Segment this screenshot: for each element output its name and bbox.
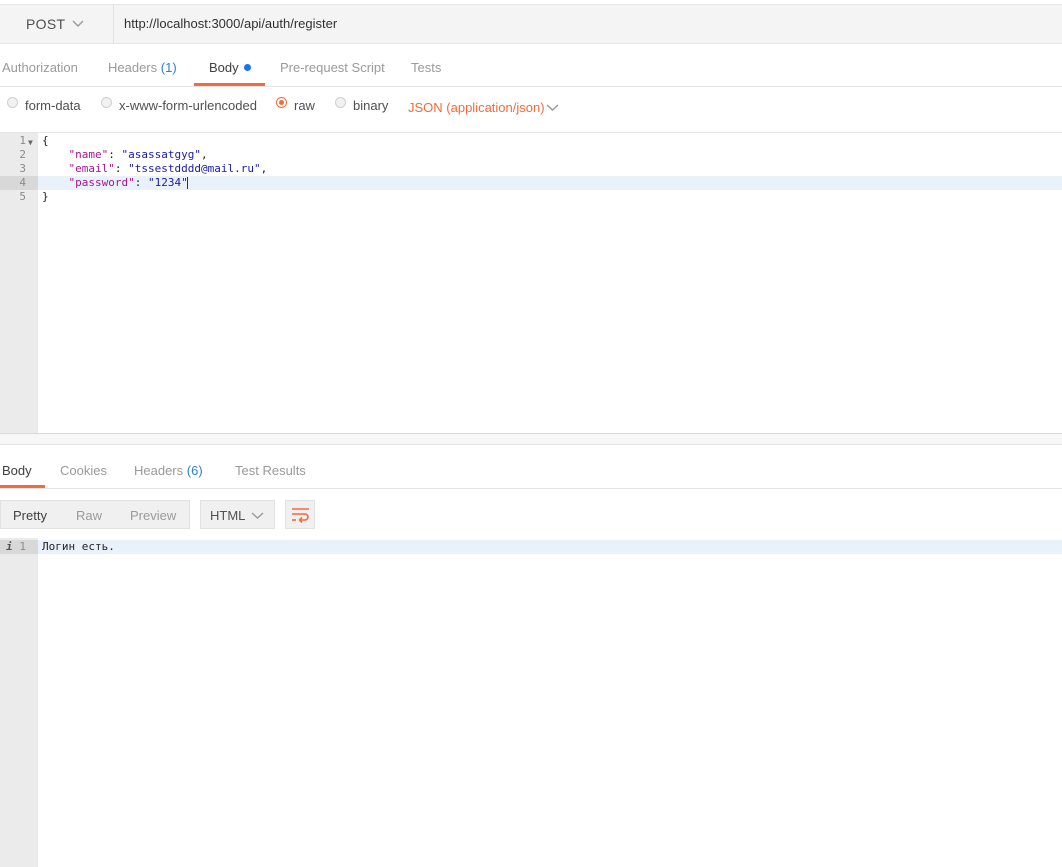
- tab-body[interactable]: Body: [209, 60, 251, 75]
- code-line: "email": "tssestdddd@mail.ru",: [68, 162, 268, 175]
- code-line: "password": "1234": [68, 176, 188, 189]
- json-value: "tssestdddd@mail.ru": [128, 162, 261, 175]
- language-label: HTML: [210, 508, 246, 523]
- line-number: 1: [19, 134, 26, 147]
- view-mode-group: Pretty Raw Preview: [0, 500, 190, 529]
- url-input[interactable]: http://localhost:3000/api/auth/register: [124, 16, 337, 31]
- json-comma: ,: [200, 148, 208, 161]
- view-pretty-button[interactable]: Pretty: [1, 501, 59, 528]
- divider: [0, 86, 1062, 87]
- line-number: 1: [19, 540, 26, 553]
- tab-label: Pre-request Script: [280, 60, 385, 75]
- tab-label: Body: [209, 60, 239, 75]
- line-number: 4: [19, 176, 26, 189]
- json-key: "name": [68, 148, 109, 161]
- response-tab-test-results[interactable]: Test Results: [235, 463, 306, 478]
- method-label: POST: [26, 16, 66, 32]
- tab-label: Headers: [108, 60, 158, 75]
- view-label: Pretty: [13, 508, 47, 523]
- divider: [0, 488, 1062, 489]
- tab-label: Body: [2, 463, 32, 478]
- json-comma: ,: [260, 162, 268, 175]
- active-line-highlight: [0, 540, 1062, 554]
- tab-label: Cookies: [60, 463, 107, 478]
- json-value: "1234": [147, 176, 188, 189]
- response-body-viewer[interactable]: i 1 Логин есть.: [0, 538, 1062, 867]
- response-text: Логин есть.: [42, 540, 115, 553]
- tab-count: (6): [186, 463, 203, 478]
- chevron-down-icon: [251, 509, 264, 524]
- tab-label: Test Results: [235, 463, 306, 478]
- method-select[interactable]: POST: [0, 5, 114, 43]
- code-text: }: [42, 190, 49, 203]
- line-number: 3: [19, 162, 26, 175]
- tab-label: Tests: [411, 60, 442, 75]
- tab-count: (1): [160, 60, 177, 75]
- line-number: 5: [19, 190, 26, 203]
- chevron-down-icon[interactable]: [546, 101, 559, 116]
- chevron-down-icon: [72, 17, 84, 32]
- radio-binary[interactable]: [335, 97, 346, 108]
- json-key: "password": [68, 176, 135, 189]
- radio-x-www-form-urlencoded[interactable]: [101, 97, 112, 108]
- pane-splitter[interactable]: [0, 434, 1062, 444]
- request-body-editor[interactable]: 1 ▼ 2 3 4 5 { "name": "asassatgyg", "ema…: [0, 132, 1062, 434]
- text-cursor: [187, 177, 188, 189]
- view-preview-button[interactable]: Preview: [130, 508, 176, 523]
- radio-raw[interactable]: [276, 97, 287, 108]
- radio-label-x-www-form-urlencoded[interactable]: x-www-form-urlencoded: [119, 98, 257, 113]
- code-text: {: [42, 134, 49, 147]
- wrap-lines-button[interactable]: [285, 500, 315, 529]
- tab-headers[interactable]: Headers (1): [108, 60, 177, 75]
- radio-form-data[interactable]: [7, 97, 18, 108]
- wrap-lines-icon: [291, 507, 310, 526]
- line-number: 2: [19, 148, 26, 161]
- code-line: "name": "asassatgyg",: [68, 148, 208, 161]
- line-gutter: [0, 538, 38, 867]
- code-line: }: [42, 190, 49, 204]
- view-raw-button[interactable]: Raw: [76, 508, 102, 523]
- tab-tests[interactable]: Tests: [411, 60, 441, 75]
- response-tab-cookies[interactable]: Cookies: [60, 463, 107, 478]
- language-select[interactable]: HTML: [200, 500, 275, 529]
- url-bar: POST http://localhost:3000/api/auth/regi…: [0, 4, 1062, 44]
- tab-label: Headers: [134, 463, 184, 478]
- content-type-select[interactable]: JSON (application/json): [408, 100, 545, 115]
- response-tab-body[interactable]: Body: [2, 463, 32, 478]
- tab-authorization[interactable]: Authorization: [2, 60, 78, 75]
- response-tab-headers[interactable]: Headers (6): [134, 463, 203, 478]
- json-value: "asassatgyg": [121, 148, 201, 161]
- tab-label: Authorization: [2, 60, 78, 75]
- code-line: {: [42, 134, 49, 148]
- modified-dot: [243, 64, 251, 71]
- fold-arrow-icon[interactable]: ▼: [28, 136, 33, 150]
- radio-label-binary[interactable]: binary: [353, 98, 388, 113]
- radio-label-form-data[interactable]: form-data: [25, 98, 81, 113]
- divider: [0, 444, 1062, 445]
- radio-label-raw[interactable]: raw: [294, 98, 315, 113]
- active-line-highlight: [38, 176, 1062, 190]
- json-key: "email": [68, 162, 115, 175]
- tab-pre-request-script[interactable]: Pre-request Script: [280, 60, 385, 75]
